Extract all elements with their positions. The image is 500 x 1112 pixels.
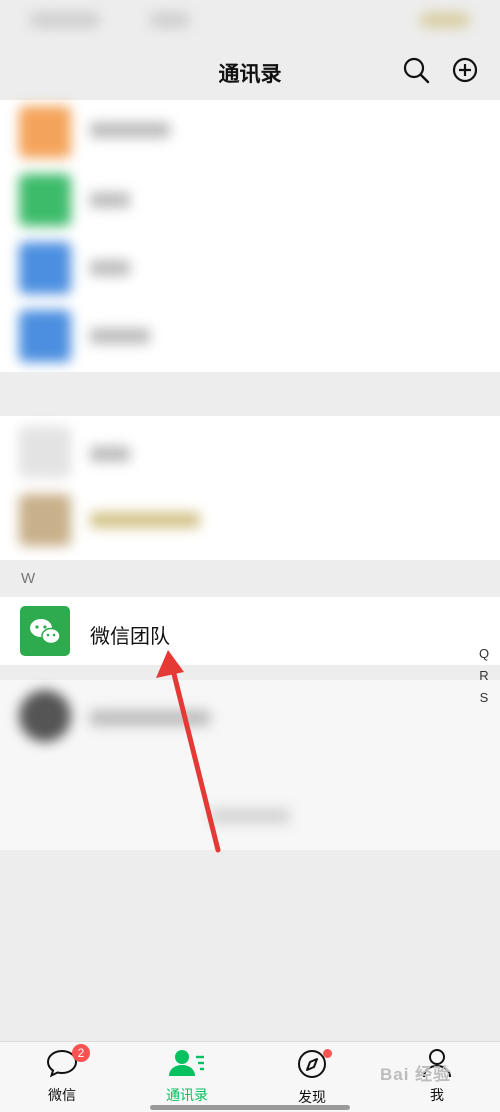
new-friends-icon[interactable] [19, 106, 71, 158]
status-bar [0, 0, 500, 40]
group-chats-icon[interactable] [19, 174, 71, 226]
avatar[interactable] [19, 494, 71, 546]
alpha-index-q[interactable]: Q [476, 646, 492, 661]
contact-name: 微信团队 [90, 626, 170, 648]
contact-row-wechat-team[interactable]: 微信团队 [0, 597, 500, 665]
home-indicator [150, 1105, 350, 1110]
wechat-logo-icon [20, 606, 70, 656]
tab-discover[interactable]: 发现 [262, 1048, 362, 1107]
tab-contacts[interactable]: 通讯录 [137, 1048, 237, 1105]
tab-chats[interactable]: 2 微信 [12, 1044, 112, 1105]
official-accounts-icon[interactable] [19, 310, 71, 362]
contacts-icon [169, 1050, 204, 1076]
tab-label: 我 [430, 1087, 444, 1103]
list-item[interactable] [90, 260, 130, 276]
avatar[interactable] [19, 426, 71, 478]
section-header-w: W [0, 560, 500, 598]
function-list [0, 100, 500, 372]
add-icon[interactable] [449, 54, 481, 86]
contact-list-blurred-lower [0, 680, 500, 850]
avatar[interactable] [19, 690, 71, 742]
tab-label: 通讯录 [166, 1087, 208, 1103]
list-item[interactable] [90, 122, 170, 138]
section-letter: W [21, 570, 36, 587]
alpha-index-s[interactable]: S [476, 690, 492, 705]
list-item[interactable] [90, 446, 130, 462]
tags-icon[interactable] [19, 242, 71, 294]
contact-list-blurred [0, 416, 500, 560]
tab-label: 发现 [298, 1089, 326, 1105]
list-item[interactable] [90, 192, 130, 208]
new-dot [323, 1049, 332, 1058]
section-gap [0, 372, 500, 416]
tab-label: 微信 [48, 1087, 76, 1103]
search-icon[interactable] [400, 54, 432, 86]
list-item[interactable] [90, 512, 200, 528]
watermark: Bai 经验 [380, 1065, 452, 1084]
alpha-index-r[interactable]: R [476, 668, 492, 683]
annotation-arrow [156, 650, 221, 853]
list-item[interactable] [90, 328, 150, 344]
unread-badge: 2 [72, 1044, 90, 1062]
